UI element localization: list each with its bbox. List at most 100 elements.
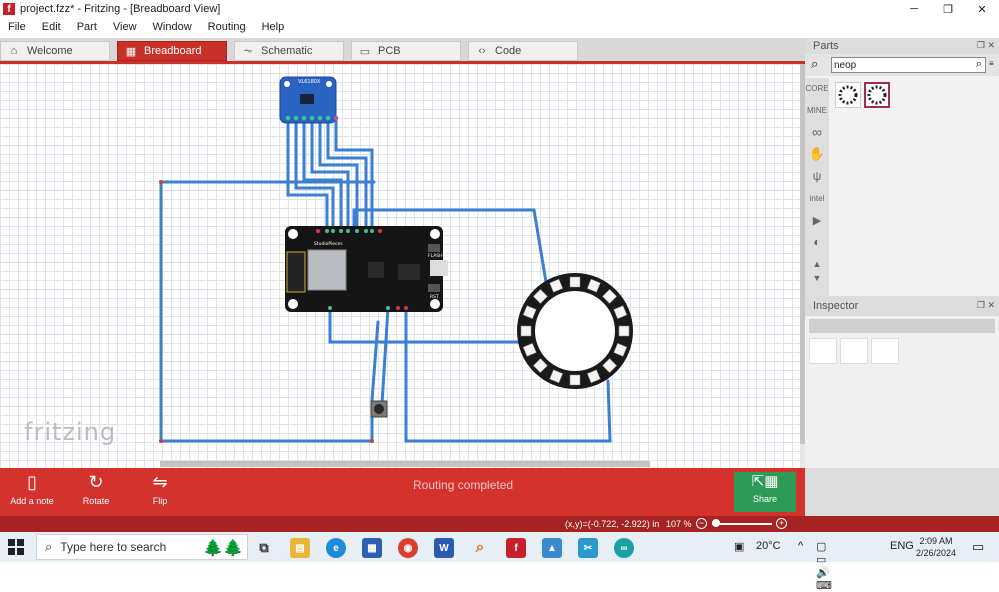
wire (380, 306, 390, 406)
search-icon[interactable]: ⌕ (976, 58, 982, 71)
arduino-icon[interactable]: ∞ (614, 538, 634, 558)
rst-label: RST (430, 294, 439, 300)
parts-header: Parts ❐ ✕ (805, 40, 999, 54)
tab-label: Welcome (27, 45, 73, 57)
bin-core[interactable]: CORE (805, 78, 829, 98)
bin-menu-icon[interactable]: ≡ (989, 59, 994, 68)
menu-view[interactable]: View (105, 21, 145, 33)
add-note-button[interactable]: ▯ Add a note (10, 472, 54, 506)
search-placeholder: Type here to search (60, 540, 167, 554)
inspector-title: Inspector (813, 300, 859, 312)
zoom-in-icon[interactable]: + (776, 518, 787, 529)
rotate-button[interactable]: ↻ Rotate (74, 472, 118, 506)
tab-pcb[interactable]: ▭ PCB (351, 41, 461, 61)
flip-button[interactable]: ⇋ Flip (140, 472, 180, 506)
search-icon: ⌕ (45, 539, 53, 554)
menu-window[interactable]: Window (145, 21, 200, 33)
panel-float-close-icon[interactable]: ❐ ✕ (977, 40, 995, 51)
scroll-down-icon[interactable]: ▼ (805, 268, 829, 288)
tab-schematic[interactable]: ⏦ Schematic (234, 41, 344, 61)
store-icon[interactable]: ▦ (362, 538, 382, 558)
inspector-view-box (840, 338, 868, 364)
magnifier-app-icon[interactable]: ⌕ (470, 538, 490, 558)
circuit-diagram[interactable]: VL6180X StudioPieces FLASH RST (0, 64, 800, 470)
language-indicator[interactable]: ENG (890, 540, 914, 552)
weather-icon[interactable]: ▣ (734, 540, 744, 553)
routing-status: Routing completed (413, 478, 514, 492)
inspector-header: Inspector ❐ ✕ (805, 300, 999, 314)
menu-edit[interactable]: Edit (34, 21, 69, 33)
share-label: Share (752, 494, 778, 504)
chrome-icon[interactable]: ◉ (398, 538, 418, 558)
fritzing-app-icon[interactable]: f (506, 538, 526, 558)
parts-search-input[interactable]: neop ⌕ (831, 57, 986, 73)
bottom-toolbar: ▯ Add a note ↻ Rotate ⇋ Flip Routing com… (0, 468, 805, 516)
hand-icon[interactable]: ✋ (805, 144, 829, 164)
play-icon[interactable]: ▶ (805, 210, 829, 230)
snip-icon[interactable]: ✂ (578, 538, 598, 558)
notifications-icon[interactable]: ▭ (972, 539, 984, 555)
minimize-icon[interactable]: ─ (897, 0, 931, 18)
inspector-view-box (809, 338, 837, 364)
temperature[interactable]: 20°C (756, 540, 781, 552)
rotate-icon: ↻ (88, 472, 104, 492)
tray-icons[interactable]: ▢ ▭ 🔊 ⌨ (816, 540, 832, 592)
fritzing-watermark: fritzing (24, 418, 117, 446)
flip-icon: ⇋ (152, 472, 168, 492)
breadboard-canvas[interactable]: VL6180X StudioPieces FLASH RST fritzing (0, 64, 800, 470)
neopixel-led (569, 374, 581, 386)
tab-label: Code (495, 45, 522, 57)
bin-mine[interactable]: MINE (805, 100, 829, 120)
tab-breadboard[interactable]: ▦ Breadboard (117, 41, 227, 61)
neopixel-led (520, 325, 532, 337)
windows-start-icon[interactable] (8, 539, 24, 555)
neopixel-ring-part-selected[interactable] (864, 82, 890, 108)
zoom-out-icon[interactable]: − (696, 518, 707, 529)
horizontal-scrollbar[interactable] (160, 461, 650, 467)
word-icon[interactable]: W (434, 538, 454, 558)
clock[interactable]: 2:09 AM 2/26/2024 (916, 535, 956, 559)
photos-icon[interactable]: ▲ (542, 538, 562, 558)
wire (328, 306, 525, 344)
restore-icon[interactable]: ❐ (931, 0, 965, 18)
tab-label: Schematic (261, 45, 313, 57)
zoom-slider[interactable] (712, 523, 772, 525)
intel-icon[interactable]: intel (805, 188, 829, 208)
neopixel-ring (517, 273, 633, 389)
chevron-up-icon[interactable]: ^ (798, 540, 803, 552)
menu-help[interactable]: Help (254, 21, 293, 33)
edge-icon[interactable]: e (326, 538, 346, 558)
menu-bar: File Edit Part View Window Routing Help (0, 18, 999, 36)
file-explorer-icon[interactable]: ▤ (290, 538, 310, 558)
wire (370, 320, 380, 402)
tab-welcome[interactable]: ⌂ Welcome (0, 41, 110, 61)
parts-search-row: ⌕ neop ⌕ ≡ (805, 54, 999, 76)
zoom-slider-handle[interactable] (712, 519, 720, 527)
window-controls: ─ ❐ ✕ (897, 0, 999, 18)
seeed-icon[interactable]: ψ (805, 166, 829, 186)
esp8266-board (285, 226, 448, 312)
pcb-icon: ▭ (359, 45, 371, 58)
taskbar-search[interactable]: ⌕ Type here to search 🌲🌲 (36, 534, 248, 560)
circle-logo-icon[interactable]: ◐ (805, 232, 829, 252)
clock-date: 2/26/2024 (916, 548, 957, 558)
cursor-coordinates: (x,y)=(-0.722, -2.922) in (565, 519, 660, 529)
close-icon[interactable]: ✕ (965, 0, 999, 18)
share-button[interactable]: ⇱▦ Share (734, 472, 796, 512)
menu-routing[interactable]: Routing (200, 21, 254, 33)
tab-code[interactable]: ‹› Code (468, 41, 578, 61)
magnifier-icon[interactable]: ⌕ (811, 56, 818, 72)
panel-float-close-icon[interactable]: ❐ ✕ (977, 300, 995, 311)
right-panel-footer (805, 468, 999, 516)
neopixel-ring-part[interactable] (835, 82, 861, 108)
breadboard-icon: ▦ (125, 45, 137, 58)
menu-part[interactable]: Part (69, 21, 105, 33)
task-view-icon[interactable]: ⧉ (254, 538, 274, 558)
note-icon: ▯ (27, 472, 37, 492)
infinity-icon[interactable]: ∞ (805, 122, 829, 142)
sensor-label: VL6180X (298, 79, 321, 85)
inspector-title-bar (809, 319, 995, 333)
ring-icon (867, 85, 887, 105)
menu-file[interactable]: File (0, 21, 34, 33)
window-title: project.fzz* - Fritzing - [Breadboard Vi… (20, 3, 221, 15)
